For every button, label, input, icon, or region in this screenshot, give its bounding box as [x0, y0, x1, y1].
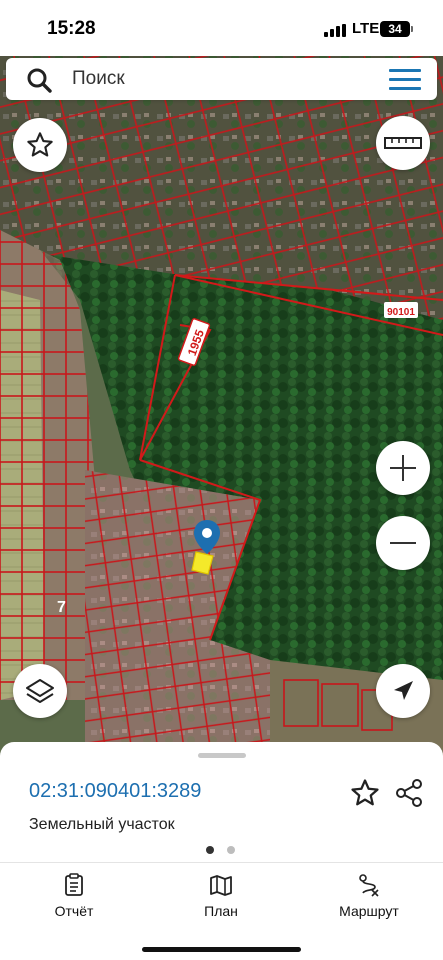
zoom-out-icon	[390, 542, 416, 544]
quarter-code-label: 90101	[384, 302, 418, 318]
ruler-button[interactable]	[376, 116, 430, 170]
layers-button[interactable]	[13, 664, 67, 718]
tab-report[interactable]: Отчёт	[19, 873, 129, 923]
ruler-icon	[384, 137, 422, 149]
tab-report-label: Отчёт	[54, 903, 94, 919]
layers-icon	[26, 679, 54, 703]
pager-dot-active	[206, 846, 214, 854]
map-view[interactable]: 1955 90101 7	[0, 56, 443, 756]
tab-plan[interactable]: План	[166, 873, 276, 923]
sheet-handle[interactable]	[198, 753, 246, 758]
search-icon[interactable]	[26, 67, 52, 93]
tab-route-label: Маршрут	[339, 903, 399, 919]
route-icon	[359, 874, 379, 897]
zoom-in-icon	[390, 455, 416, 481]
parcel-sheet[interactable]: 02:31:090401:3289 Земельный участок	[0, 742, 443, 872]
zoom-in-button[interactable]	[376, 441, 430, 495]
pager-dot	[227, 846, 235, 854]
status-bar: 15:28 LTE 34	[0, 0, 443, 56]
status-time: 15:28	[47, 18, 96, 39]
tab-route[interactable]: Маршрут	[314, 873, 424, 923]
search-bar[interactable]: Поиск	[6, 58, 437, 100]
zoom-out-button[interactable]	[376, 516, 430, 570]
cadastral-number[interactable]: 02:31:090401:3289	[29, 780, 201, 803]
battery-tip	[411, 26, 413, 32]
parcel-type: Земельный участок	[29, 816, 175, 833]
signal-icon	[324, 24, 346, 37]
map-icon	[210, 875, 232, 896]
network-type: LTE	[352, 20, 380, 37]
map-fragment-label: 7	[57, 599, 66, 616]
map-canvas[interactable]: 1955 90101 7	[0, 56, 443, 756]
my-location-button[interactable]	[376, 664, 430, 718]
star-icon	[27, 132, 53, 157]
share-icon[interactable]	[394, 778, 424, 808]
quarter-code-text: 90101	[387, 307, 415, 318]
favorites-button[interactable]	[13, 118, 67, 172]
tab-bar: Отчёт План Маршрут	[0, 862, 443, 960]
star-icon[interactable]	[350, 778, 380, 808]
battery-icon: 34	[380, 21, 410, 37]
search-input[interactable]: Поиск	[72, 68, 125, 90]
home-indicator[interactable]	[142, 947, 301, 952]
tab-plan-label: План	[204, 903, 238, 919]
report-icon	[65, 873, 83, 896]
location-arrow-icon	[394, 681, 413, 700]
menu-icon[interactable]	[389, 69, 421, 91]
